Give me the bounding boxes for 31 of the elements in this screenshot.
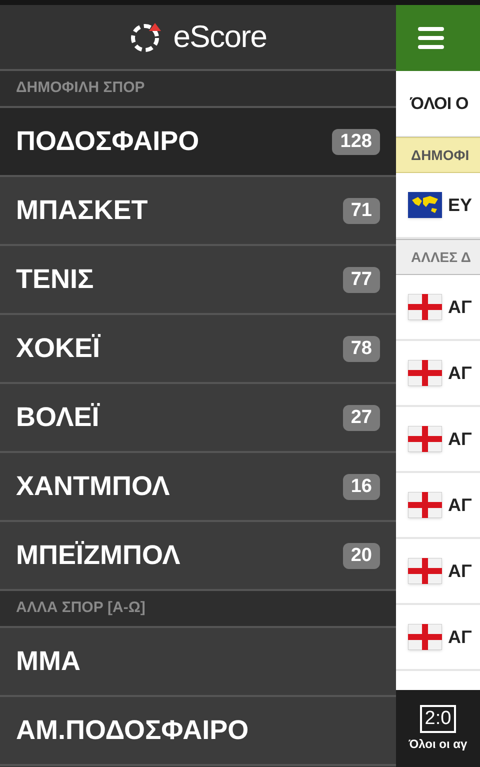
section-header: ΔΗΜΟΦΙΛΗ ΣΠΟΡ <box>16 78 145 98</box>
count-badge: 77 <box>342 266 380 292</box>
section-header: ΑΛΛΑ ΣΠΟΡ [Α-Ω] <box>16 598 146 618</box>
cross-flag-icon <box>408 624 442 650</box>
cross-flag-icon <box>408 426 442 452</box>
scoreboard-icon: 2:0 <box>420 704 456 732</box>
filter-label[interactable]: ΌΛΟΙ Ο <box>410 90 468 116</box>
count-badge: 16 <box>342 474 380 500</box>
section-header: ΔΗΜΟΦΙ <box>396 137 480 173</box>
section-header: ΑΛΛΕΣ Δ <box>396 239 480 275</box>
all-matches-tab[interactable]: 2:0 Όλοι οι αγ <box>396 690 480 767</box>
league-name[interactable]: ΑΓ <box>448 624 472 650</box>
cross-flag-icon <box>408 294 442 320</box>
count-badge: 71 <box>342 198 380 224</box>
count-badge: 27 <box>342 404 380 430</box>
league-name[interactable]: ΑΓ <box>448 492 472 518</box>
count-badge: 128 <box>332 128 380 154</box>
count-badge: 78 <box>342 336 380 362</box>
cross-flag-icon <box>408 492 442 518</box>
league-name[interactable]: ΑΓ <box>448 294 472 320</box>
league-name[interactable]: ΑΓ <box>448 426 472 452</box>
league-name[interactable]: ΕΥ <box>448 192 472 218</box>
cross-flag-icon <box>408 558 442 584</box>
count-badge: 20 <box>342 542 380 568</box>
logo-text: eScore <box>173 18 267 56</box>
league-name[interactable]: ΑΓ <box>448 558 472 584</box>
sport-item[interactable]: ΠΟΔΟΣΦΑΙΡΟ 128 <box>0 108 396 177</box>
league-name[interactable]: ΑΓ <box>448 360 472 386</box>
world-map-flag-icon <box>408 192 442 218</box>
menu-icon[interactable] <box>418 27 444 49</box>
cross-flag-icon <box>408 360 442 386</box>
